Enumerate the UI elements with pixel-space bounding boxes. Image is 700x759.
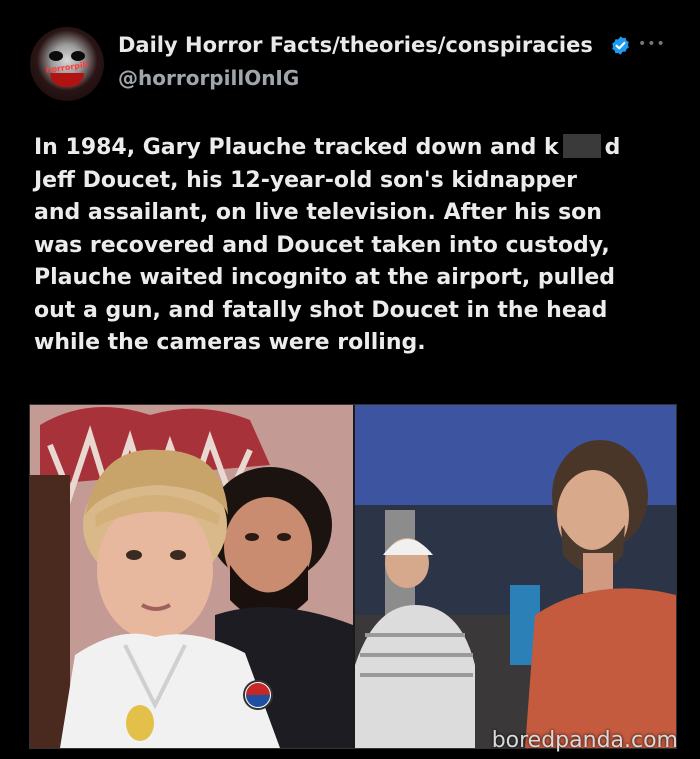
photo-airport-illustration (355, 405, 676, 748)
avatar[interactable]: horrorpill (30, 27, 104, 101)
post-text-fragment: d (604, 135, 621, 160)
post-text-line: was recovered and Doucet taken into cust… (34, 232, 610, 258)
post-text-fragment: In 1984, Gary Plauche tracked down and k (34, 135, 559, 160)
avatar-eye (49, 51, 63, 61)
avatar-eye (71, 51, 85, 61)
censor-bar (562, 134, 601, 158)
post-text-line: In 1984, Gary Plauche tracked down and k… (34, 132, 674, 165)
watermark: boredpanda.com (491, 728, 678, 753)
tweet-post: horrorpill Daily Horror Facts/theories/c… (0, 0, 700, 759)
more-options-icon[interactable]: ••• (638, 36, 666, 52)
verified-badge-icon (612, 36, 629, 55)
display-name[interactable]: Daily Horror Facts/theories/conspiracies (118, 33, 593, 57)
post-text-line: while the cameras were rolling. (34, 330, 426, 355)
photo-boy-and-man-illustration (30, 405, 353, 748)
user-handle[interactable]: @horrorpillOnIG (118, 66, 299, 90)
avatar-mouth (50, 73, 84, 87)
post-text-line: Plauche waited incognito at the airport,… (34, 265, 616, 290)
post-media[interactable] (29, 404, 677, 749)
photo-boy-and-man[interactable] (30, 405, 353, 748)
photo-airport[interactable] (355, 405, 676, 748)
post-text-line: out a gun, and fatally shot Doucet in th… (34, 297, 608, 323)
post-text-line: and assailant, on live television. After… (34, 200, 602, 225)
post-text-line: Jeff Doucet, his 12-year-old son's kidna… (34, 167, 578, 193)
post-text: In 1984, Gary Plauche tracked down and k… (34, 132, 674, 360)
